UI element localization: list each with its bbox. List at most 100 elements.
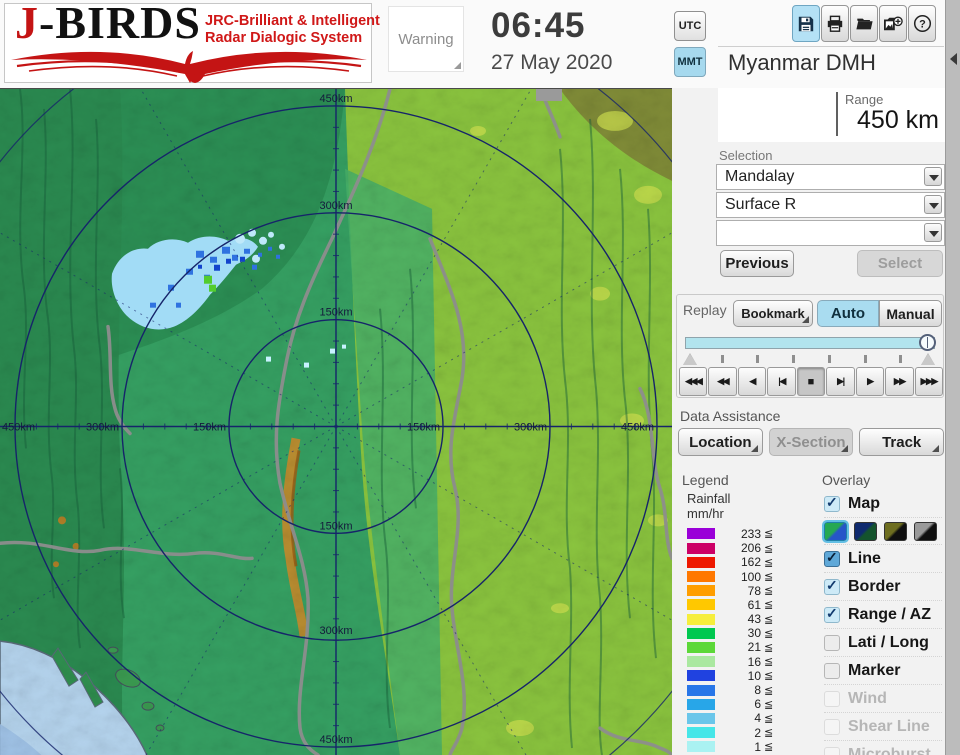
checkbox-wind — [824, 690, 840, 707]
dropdown-arrow-button[interactable] — [924, 223, 942, 242]
dropdown-surface-r[interactable]: Surface R — [716, 192, 945, 218]
toolbar: ? — [792, 5, 936, 42]
auto-mode-button[interactable]: Auto — [817, 300, 879, 327]
overlay-item-label: Range / AZ — [848, 605, 931, 623]
ring-distance-label: 150km — [193, 421, 226, 433]
previous-button[interactable]: Previous — [720, 250, 794, 277]
overlay-list: ✓ Map ✓ Line ✓ Border ✓ Range / AZ Lati / Long Ma… — [822, 490, 942, 755]
legend-color-swatch — [687, 641, 715, 653]
overlay-label: Overlay — [822, 472, 871, 488]
warning-label: Warning — [398, 31, 454, 48]
legend-color-swatch — [687, 528, 715, 540]
dropdown-blank[interactable] — [716, 220, 945, 246]
overlay-item-border[interactable]: ✓ Border — [824, 572, 942, 600]
legend-comparator: ≦ — [764, 585, 774, 598]
legend-color-swatch — [687, 585, 715, 597]
print-button[interactable] — [821, 5, 849, 42]
header-divider — [718, 46, 944, 47]
style-terrain-color-swatch[interactable] — [822, 519, 849, 543]
bookmark-button[interactable]: Bookmark — [733, 300, 813, 327]
overlay-item-range-az[interactable]: ✓ Range / AZ — [824, 600, 942, 628]
step-forward-button[interactable]: ▶| — [826, 367, 855, 396]
open-file-button[interactable] — [850, 5, 878, 42]
overlay-item-line[interactable]: ✓ Line — [824, 544, 942, 572]
legend-row: 1 ≦ — [687, 740, 797, 754]
radar-map[interactable]: 450km 300km 150km 150km 300km 450km 450km 300km… — [0, 88, 672, 755]
legend-comparator: ≦ — [764, 698, 774, 711]
slider-end-marker — [921, 353, 935, 365]
legend-threshold: 1 — [754, 739, 761, 754]
rewind-button[interactable]: ◀◀ — [708, 367, 737, 396]
ring-distance-label: 150km — [319, 520, 352, 532]
legend-color-swatch — [687, 727, 715, 739]
warning-panel[interactable]: Warning — [388, 6, 464, 72]
replay-slider-ticks — [683, 353, 935, 365]
slider-tick — [792, 355, 796, 363]
overlay-item-lati-long[interactable]: Lati / Long — [824, 628, 942, 656]
rainfall-legend: Rainfall mm/hr 233 ≦ 206 ≦ 162 ≦ 100 ≦ 78 ≦ 61 ≦ 43 ≦… — [687, 491, 797, 754]
checkbox-range-az[interactable]: ✓ — [824, 605, 840, 623]
legend-comparator: ≦ — [764, 656, 774, 669]
manual-mode-button[interactable]: Manual — [879, 300, 942, 327]
dropdown-value: Mandalay — [725, 168, 795, 185]
import-image-button[interactable] — [879, 5, 907, 42]
slider-tick — [756, 355, 760, 363]
rewind-fast-button[interactable]: ◀◀◀ — [679, 367, 708, 396]
dropdown-arrow-button[interactable] — [924, 167, 942, 186]
slider-tick — [899, 355, 903, 363]
forward-fast-button[interactable]: ▶▶▶ — [914, 367, 943, 396]
svg-text:?: ? — [919, 19, 926, 31]
overlay-item-map[interactable]: ✓ Map — [824, 490, 942, 517]
overlay-item-marker[interactable]: Marker — [824, 656, 942, 684]
ring-distance-label: 450km — [621, 421, 654, 433]
replay-slider-handle[interactable] — [919, 334, 936, 351]
legend-comparator: ≦ — [764, 542, 774, 555]
forward-button[interactable]: ▶▶ — [885, 367, 914, 396]
stop-button[interactable]: ■ — [796, 367, 826, 396]
checkbox-lati-long[interactable] — [824, 634, 840, 651]
save-button[interactable] — [792, 5, 820, 42]
style-gray-swatch[interactable] — [914, 521, 937, 541]
legend-color-swatch — [687, 571, 715, 583]
dropdown-mandalay[interactable]: Mandalay — [716, 164, 945, 190]
step-back-button[interactable]: |◀ — [767, 367, 796, 396]
help-button[interactable]: ? — [908, 5, 936, 42]
legend-threshold: 4 — [754, 711, 761, 726]
select-button[interactable]: Select — [857, 250, 943, 277]
legend-threshold: 16 — [747, 654, 761, 669]
legend-label: Legend — [682, 472, 729, 488]
logo-title: J-BIRDS — [15, 0, 201, 48]
x-section-button[interactable]: X-Section — [768, 428, 854, 456]
legend-row: 4 ≦ — [687, 711, 797, 725]
check-icon: ✓ — [826, 548, 838, 565]
utc-button[interactable]: UTC — [674, 11, 706, 41]
style-olive-swatch[interactable] — [884, 521, 907, 541]
checkbox-border[interactable]: ✓ — [824, 577, 840, 595]
location-button[interactable]: Location — [678, 428, 763, 456]
legend-row: 61 ≦ — [687, 598, 797, 612]
replay-slider-track[interactable] — [685, 334, 936, 351]
dropdown-arrow-button[interactable] — [924, 195, 942, 214]
playback-controls: ◀◀◀ ◀◀ ◀ |◀ ■ ▶| ▶ ▶▶ ▶▶▶ — [679, 367, 943, 396]
legend-color-swatch — [687, 670, 715, 682]
panel-collapse-strip[interactable] — [945, 0, 960, 755]
border-patch — [536, 89, 562, 101]
data-assistance-buttons: Location X-Section Track — [678, 428, 945, 456]
control-panel: Range 450 km Selection Mandalay Surface R… — [672, 88, 945, 755]
play-button[interactable]: ▶ — [855, 367, 885, 396]
mmt-button[interactable]: MMT — [674, 47, 706, 77]
slider-tick — [863, 355, 867, 363]
legend-threshold: 21 — [747, 640, 761, 655]
legend-threshold: 6 — [754, 697, 761, 712]
track-button[interactable]: Track — [859, 428, 945, 456]
legend-comparator: ≦ — [764, 712, 774, 725]
resize-grip-icon[interactable] — [454, 62, 461, 69]
legend-color-swatch — [687, 599, 715, 611]
play-reverse-button[interactable]: ◀ — [737, 367, 767, 396]
checkbox-map[interactable]: ✓ — [824, 494, 840, 512]
checkbox-marker[interactable] — [824, 662, 840, 679]
checkbox-line[interactable]: ✓ — [824, 548, 840, 567]
legend-comparator: ≦ — [764, 727, 774, 740]
style-dark-blue-swatch[interactable] — [854, 521, 877, 541]
legend-comparator: ≦ — [764, 684, 774, 697]
